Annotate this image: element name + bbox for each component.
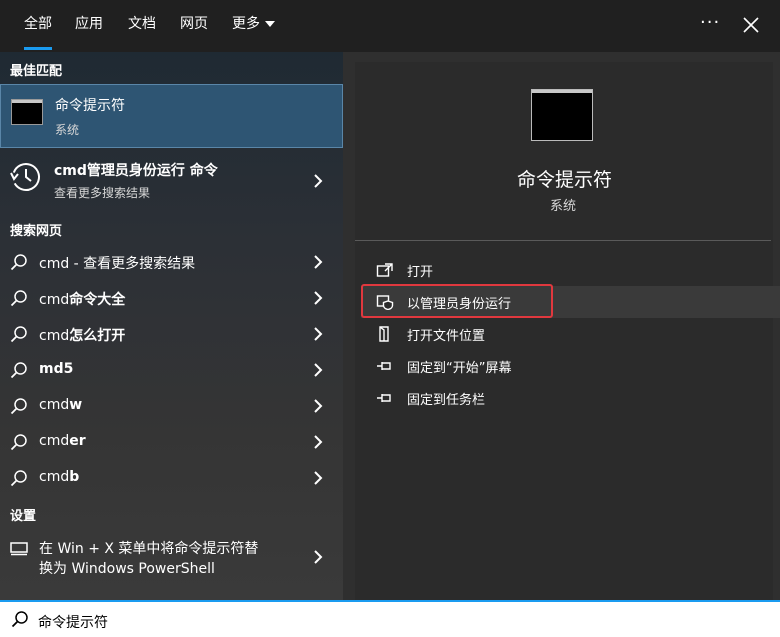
tab-more[interactable]: 更多 bbox=[232, 0, 275, 52]
web-result-suggestion: w bbox=[69, 397, 83, 413]
tab-apps[interactable]: 应用 bbox=[75, 0, 103, 52]
web-result-label: cmd怎么打开 bbox=[39, 325, 125, 345]
search-icon bbox=[10, 326, 27, 343]
action-pin-to-taskbar[interactable]: 固定到任务栏 bbox=[376, 384, 756, 412]
detail-title: 命令提示符 bbox=[517, 169, 613, 191]
action-open-file-location-label: 打开文件位置 bbox=[407, 329, 486, 344]
detail-divider bbox=[355, 240, 771, 241]
open-icon bbox=[376, 263, 393, 277]
web-result-item[interactable]: md5 bbox=[0, 352, 343, 388]
web-result-label: cmdw bbox=[39, 397, 82, 413]
action-open-file-location[interactable]: 打开文件位置 bbox=[376, 320, 756, 348]
chevron-right-icon bbox=[314, 471, 323, 485]
chevron-right-icon bbox=[314, 174, 323, 188]
web-result-suggestion: b bbox=[69, 469, 80, 485]
web-result-suggestion: - 查看更多搜索结果 bbox=[69, 256, 196, 272]
command-prompt-large-icon bbox=[531, 89, 593, 141]
detail-subtitle: 系统 bbox=[550, 199, 577, 214]
search-icon bbox=[10, 254, 27, 271]
web-result-item[interactable]: cmder bbox=[0, 424, 343, 460]
web-result-label: cmd - 查看更多搜索结果 bbox=[39, 253, 195, 273]
web-result-suggestion: md5 bbox=[39, 361, 74, 377]
search-icon bbox=[10, 398, 27, 415]
web-result-query: cmd bbox=[39, 328, 70, 344]
chevron-right-icon bbox=[314, 291, 323, 305]
web-result-item[interactable]: cmd怎么打开 bbox=[0, 316, 343, 352]
best-match-heading: 最佳匹配 bbox=[10, 64, 63, 79]
results-pane: 最佳匹配 命令提示符 系统 cmd管理员身份运行 命令 查看更多搜索结果 搜索网… bbox=[0, 52, 343, 600]
search-icon bbox=[10, 470, 27, 487]
web-result-suggestion: 命令大全 bbox=[69, 292, 126, 308]
web-result-label: cmder bbox=[39, 433, 86, 449]
action-pin-to-start[interactable]: 固定到“开始”屏幕 bbox=[376, 352, 756, 380]
action-open-label: 打开 bbox=[407, 265, 434, 280]
chevron-right-icon bbox=[314, 550, 323, 564]
search-icon bbox=[10, 362, 27, 379]
more-options-button[interactable]: ··· bbox=[700, 12, 720, 33]
chevron-right-icon bbox=[314, 327, 323, 341]
web-result-suggestion: 怎么打开 bbox=[69, 328, 126, 344]
search-icon bbox=[11, 611, 28, 628]
web-result-item[interactable]: cmdb bbox=[0, 460, 343, 496]
web-result-query: cmd bbox=[39, 292, 70, 308]
chevron-down-icon bbox=[265, 21, 275, 27]
web-result-label: md5 bbox=[39, 361, 73, 377]
web-result-item[interactable]: cmdw bbox=[0, 388, 343, 424]
web-result-query: cmd bbox=[39, 397, 70, 413]
pin-icon bbox=[377, 394, 391, 402]
web-result-query: cmd bbox=[39, 433, 70, 449]
search-input[interactable]: 命令提示符 bbox=[38, 612, 108, 632]
settings-result-line2: 换为 Windows PowerShell bbox=[39, 561, 215, 577]
command-prompt-icon bbox=[11, 99, 43, 125]
web-result-query: cmd bbox=[39, 256, 70, 272]
settings-result-item[interactable]: 在 Win + X 菜单中将命令提示符替 换为 Windows PowerShe… bbox=[0, 532, 343, 582]
top-tab-bar: 全部 应用 文档 网页 更多 ··· bbox=[0, 0, 780, 52]
web-result-item[interactable]: cmd - 查看更多搜索结果 bbox=[0, 244, 343, 280]
best-match-title: 命令提示符 bbox=[55, 98, 125, 114]
file-location-icon bbox=[379, 326, 389, 342]
web-result-label: cmdb bbox=[39, 469, 79, 485]
search-bar[interactable]: 命令提示符 bbox=[0, 600, 780, 637]
best-match-subtitle: 系统 bbox=[55, 123, 80, 137]
close-icon[interactable] bbox=[738, 12, 764, 38]
tab-web[interactable]: 网页 bbox=[180, 0, 208, 52]
history-result-item[interactable]: cmd管理员身份运行 命令 查看更多搜索结果 bbox=[0, 152, 343, 208]
chevron-right-icon bbox=[314, 399, 323, 413]
chevron-right-icon bbox=[314, 255, 323, 269]
settings-heading: 设置 bbox=[10, 509, 37, 524]
search-icon bbox=[10, 290, 27, 307]
web-result-query: cmd bbox=[39, 469, 70, 485]
action-pin-to-taskbar-label: 固定到任务栏 bbox=[407, 393, 486, 408]
history-icon bbox=[10, 163, 40, 191]
monitor-icon bbox=[10, 542, 28, 556]
web-result-item[interactable]: cmd命令大全 bbox=[0, 280, 343, 316]
tab-all[interactable]: 全部 bbox=[24, 0, 52, 52]
chevron-right-icon bbox=[314, 435, 323, 449]
action-open[interactable]: 打开 bbox=[376, 256, 756, 284]
highlight-annotation-box bbox=[361, 284, 553, 318]
history-result-subtitle: 查看更多搜索结果 bbox=[54, 186, 151, 200]
search-icon bbox=[10, 434, 27, 451]
pin-icon bbox=[377, 362, 391, 370]
web-result-label: cmd命令大全 bbox=[39, 289, 125, 309]
tab-docs[interactable]: 文档 bbox=[128, 0, 156, 52]
web-result-suggestion: er bbox=[69, 433, 86, 449]
settings-result-line1: 在 Win + X 菜单中将命令提示符替 bbox=[39, 541, 259, 557]
history-result-title: cmd管理员身份运行 命令 bbox=[54, 163, 218, 179]
tab-more-label: 更多 bbox=[232, 16, 260, 32]
web-search-heading: 搜索网页 bbox=[10, 224, 63, 239]
action-pin-to-start-label: 固定到“开始”屏幕 bbox=[407, 361, 512, 376]
best-match-item[interactable]: 命令提示符 系统 bbox=[0, 84, 343, 148]
chevron-right-icon bbox=[314, 363, 323, 377]
